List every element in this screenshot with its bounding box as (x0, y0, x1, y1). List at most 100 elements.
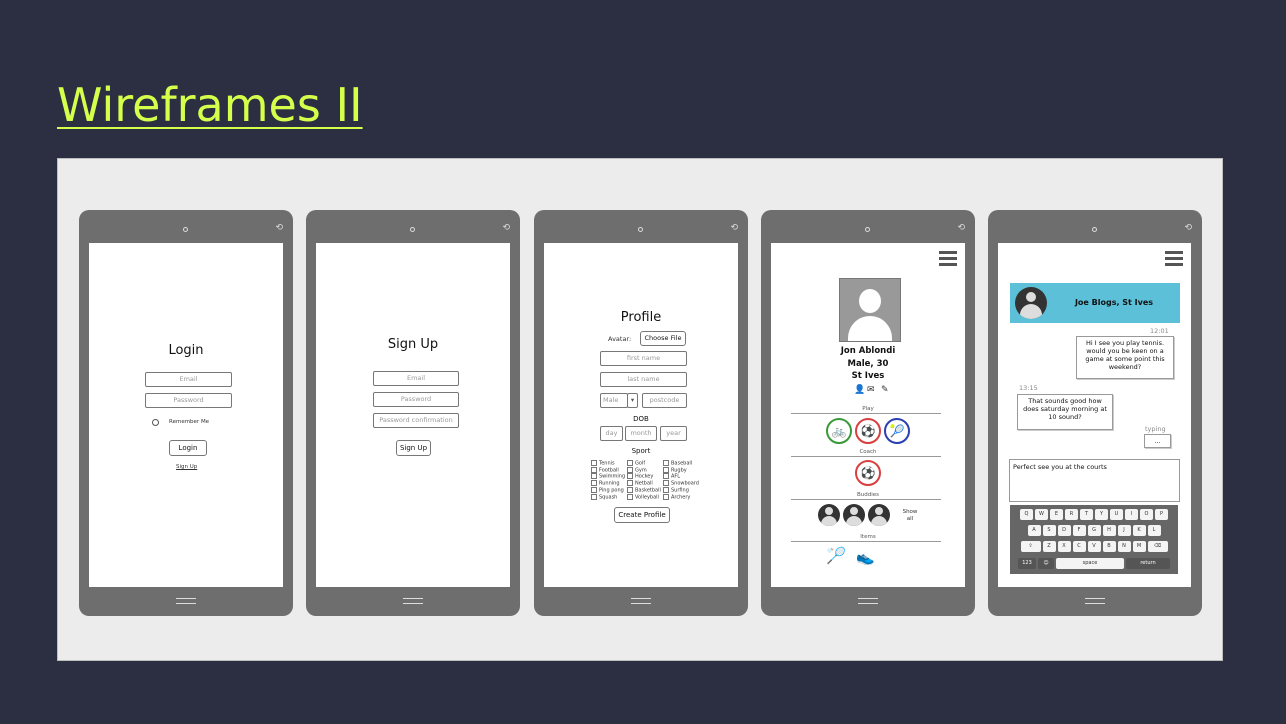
menu-icon[interactable] (1165, 251, 1183, 269)
keyboard-key[interactable]: D (1057, 525, 1071, 536)
add-friend-icon[interactable]: 👤 (854, 385, 865, 395)
buddy-avatar[interactable] (868, 504, 890, 526)
sport-checkbox[interactable]: Swimming (591, 473, 625, 480)
buddy-avatar[interactable] (843, 504, 865, 526)
show-all-link[interactable]: Show all (899, 509, 921, 523)
keyboard-key[interactable]: I (1125, 509, 1138, 520)
keyboard-key[interactable]: B (1102, 541, 1116, 552)
return-key[interactable]: return (1126, 558, 1170, 569)
checkbox-icon[interactable] (627, 493, 633, 500)
sport-checkbox[interactable]: Running (591, 480, 625, 487)
sport-checkbox[interactable]: AFL (663, 473, 699, 480)
sport-checkbox[interactable]: Baseball (663, 460, 699, 467)
message-input[interactable]: Perfect see you at the courts (1009, 459, 1180, 502)
keyboard-key[interactable]: R (1065, 509, 1078, 520)
cycling-icon[interactable]: 🚲 (826, 418, 852, 444)
checkbox-icon[interactable] (627, 460, 633, 466)
create-profile-button[interactable]: Create Profile (614, 507, 670, 523)
checkbox-icon[interactable] (663, 460, 669, 466)
checkbox-icon[interactable] (591, 480, 597, 487)
keyboard-key[interactable]: T (1080, 509, 1093, 520)
last-name-input[interactable]: last name (600, 372, 687, 387)
checkbox-icon[interactable] (663, 466, 669, 473)
sport-checkbox[interactable]: Hockey (627, 473, 661, 480)
backspace-key[interactable]: ⌫ (1147, 541, 1168, 552)
chevron-down-icon[interactable]: ▾ (627, 393, 638, 408)
mail-icon[interactable]: ✉ (867, 385, 875, 395)
remember-me-radio[interactable] (152, 419, 159, 426)
signup-password-input[interactable]: Password (373, 392, 459, 407)
sport-checkbox[interactable]: Golf (627, 460, 661, 467)
checkbox-icon[interactable] (663, 486, 669, 493)
checkbox-icon[interactable] (591, 460, 597, 466)
keyboard-key[interactable]: Z (1042, 541, 1056, 552)
keyboard-key[interactable]: V (1087, 541, 1101, 552)
keyboard-key[interactable]: K (1132, 525, 1146, 536)
keyboard-key[interactable]: Q (1020, 509, 1033, 520)
postcode-input[interactable]: postcode (642, 393, 687, 408)
dob-month-input[interactable]: month (625, 426, 657, 441)
home-button[interactable] (176, 598, 196, 604)
keyboard-key[interactable]: F (1072, 525, 1086, 536)
tennis-racket-icon[interactable]: 🏸 (826, 546, 846, 565)
checkbox-icon[interactable] (591, 473, 597, 480)
signup-link[interactable]: Sign Up (176, 464, 197, 470)
home-button[interactable] (403, 598, 423, 604)
gender-select[interactable]: Male (600, 393, 628, 408)
sport-checkbox[interactable]: Volleyball (627, 493, 661, 501)
sport-checkbox[interactable]: Snowboard (663, 480, 699, 487)
shift-key[interactable]: ⇧ (1020, 541, 1041, 552)
tennis-icon[interactable]: 🎾 (884, 418, 910, 444)
menu-icon[interactable] (939, 251, 957, 269)
checkbox-icon[interactable] (627, 480, 633, 487)
checkbox-icon[interactable] (591, 486, 597, 493)
coach-football-icon[interactable]: ⚽ (855, 460, 881, 486)
checkbox-icon[interactable] (591, 493, 597, 500)
keyboard-key[interactable]: Y (1095, 509, 1108, 520)
keyboard-key[interactable]: P (1155, 509, 1168, 520)
buddy-avatar[interactable] (818, 504, 840, 526)
keyboard-key[interactable]: L (1147, 525, 1161, 536)
checkbox-icon[interactable] (663, 480, 669, 487)
keyboard-key[interactable]: X (1057, 541, 1071, 552)
checkbox-icon[interactable] (663, 473, 669, 480)
edit-icon[interactable]: ✎ (881, 385, 889, 395)
sport-checkbox[interactable]: Netball (627, 480, 661, 487)
keyboard-key[interactable]: J (1117, 525, 1131, 536)
home-button[interactable] (858, 598, 878, 604)
space-key[interactable]: space (1056, 558, 1124, 569)
sport-checkbox[interactable]: Rugby (663, 466, 699, 474)
keyboard-key[interactable]: G (1087, 525, 1101, 536)
sport-checkbox[interactable]: Ping pong (591, 486, 625, 494)
choose-file-button[interactable]: Choose File (640, 331, 686, 346)
checkbox-icon[interactable] (627, 486, 633, 493)
keyboard-key[interactable]: E (1050, 509, 1063, 520)
login-password-input[interactable]: Password (145, 393, 232, 408)
login-button[interactable]: Login (169, 440, 207, 456)
dob-day-input[interactable]: day (600, 426, 623, 441)
signup-email-input[interactable]: Email (373, 371, 459, 386)
keyboard-key[interactable]: C (1072, 541, 1086, 552)
numbers-key[interactable]: 123 (1018, 558, 1036, 569)
dob-year-input[interactable]: year (660, 426, 687, 441)
keyboard-key[interactable]: S (1042, 525, 1056, 536)
sport-checkbox[interactable]: Football (591, 466, 625, 474)
checkbox-icon[interactable] (663, 493, 669, 500)
sport-checkbox[interactable]: Archery (663, 493, 699, 501)
sport-checkbox[interactable]: Basketball (627, 486, 661, 494)
home-button[interactable] (1085, 598, 1105, 604)
checkbox-icon[interactable] (627, 466, 633, 473)
first-name-input[interactable]: first name (600, 351, 687, 366)
signup-button[interactable]: Sign Up (396, 440, 431, 456)
sport-checkbox[interactable]: Squash (591, 493, 625, 501)
keyboard-key[interactable]: M (1132, 541, 1146, 552)
football-icon[interactable]: ⚽ (855, 418, 881, 444)
login-email-input[interactable]: Email (145, 372, 232, 387)
checkbox-icon[interactable] (591, 466, 597, 473)
sport-checkbox[interactable]: Surfing (663, 486, 699, 494)
sport-checkbox[interactable]: Gym (627, 466, 661, 474)
emoji-icon[interactable]: ☺ (1038, 558, 1054, 569)
home-button[interactable] (631, 598, 651, 604)
keyboard-key[interactable]: N (1117, 541, 1131, 552)
keyboard-key[interactable]: U (1110, 509, 1123, 520)
